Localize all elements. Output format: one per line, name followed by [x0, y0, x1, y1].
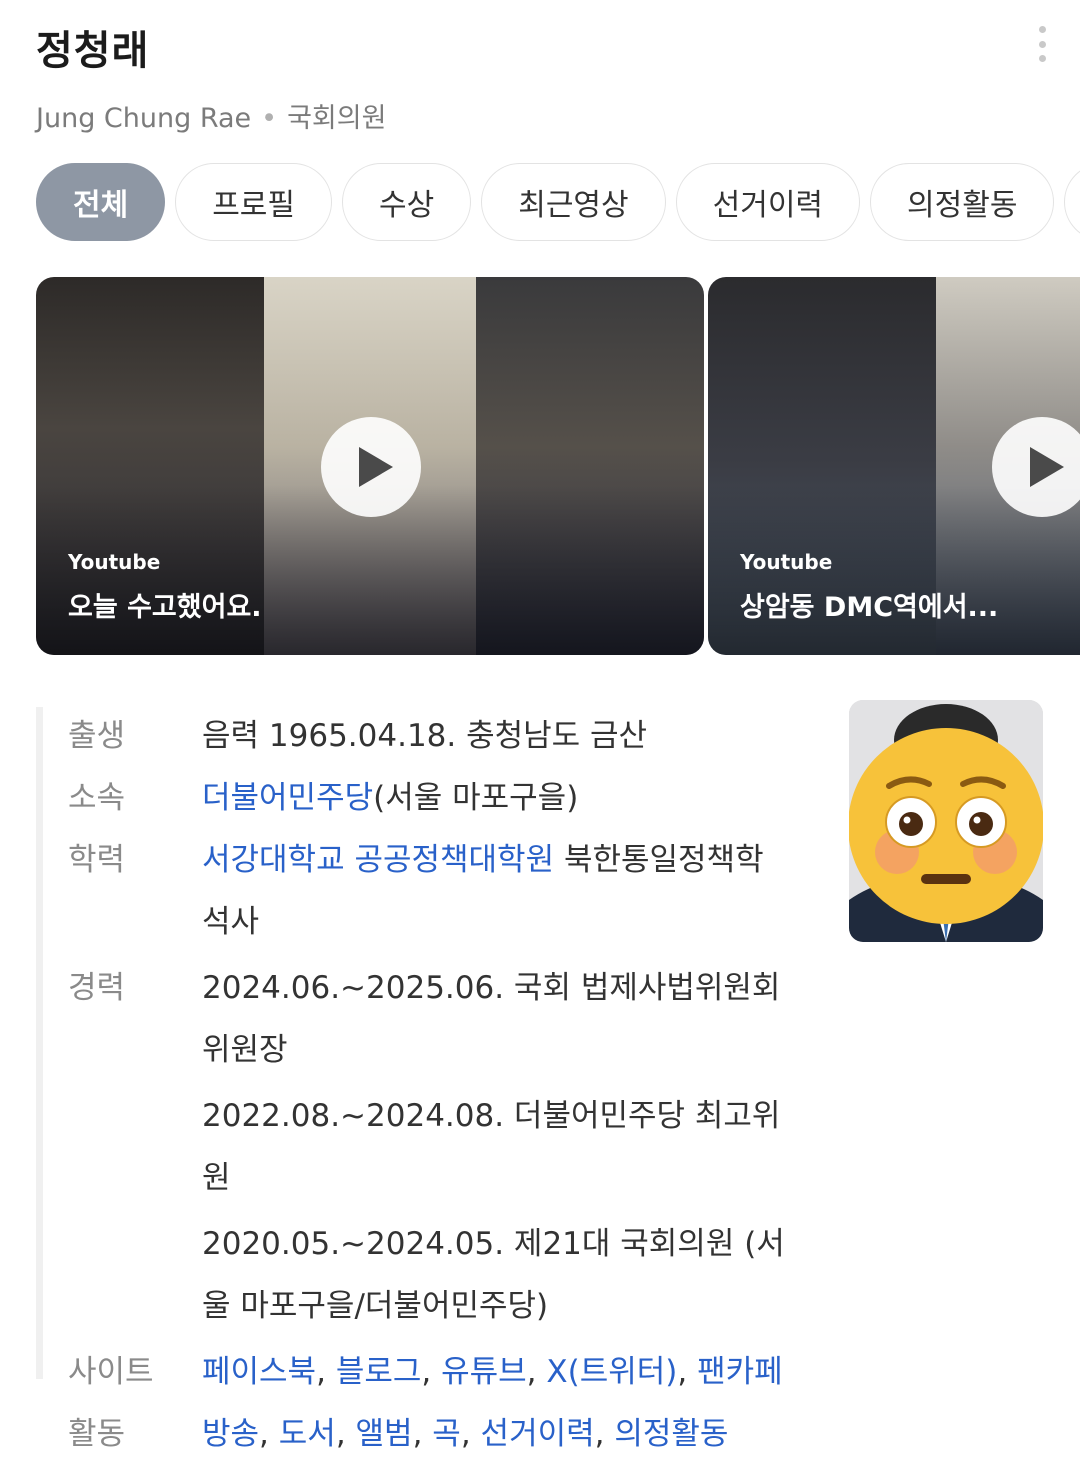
info-row-sites: 사이트 페이스북, 블로그, 유튜브, X(트위터), 팬카페 — [36, 1341, 796, 1403]
info-value: 음력 1965.04.18. 충청남도 금산 — [202, 718, 648, 754]
info-row-activity: 활동 방송, 도서, 앨범, 곡, 선거이력, 의정활동 — [36, 1403, 796, 1465]
role-label: 국회의원 — [287, 103, 387, 134]
info-section: 출생 음력 1965.04.18. 충청남도 금산 소속 더불어민주당(서울 마… — [36, 705, 796, 1465]
activity-link-elections[interactable]: 선거이력 — [481, 1416, 595, 1452]
video-card[interactable]: Youtube 오늘 수고했어요. — [36, 277, 704, 655]
video-title: 오늘 수고했어요. — [68, 592, 262, 623]
video-source: Youtube — [740, 550, 833, 574]
tab-legislative-activity[interactable]: 의정활동 — [870, 163, 1055, 241]
tab-election-history[interactable]: 선거이력 — [675, 163, 861, 241]
info-row-career: 경력 2024.06.~2025.06. 국회 법제사법위원회 위원장 2022… — [36, 957, 796, 1341]
video-card[interactable]: Youtube 상암동 DMC역에서... — [708, 277, 1080, 655]
play-icon[interactable] — [321, 417, 421, 517]
activity-link-broadcast[interactable]: 방송 — [202, 1416, 259, 1452]
school-link[interactable]: 서강대학교 공공정책대학원 — [202, 842, 554, 878]
english-name: Jung Chung Rae — [36, 103, 252, 134]
header: 정청래 Jung Chung Rae • 국회의원 — [36, 18, 1036, 135]
video-title: 상암동 DMC역에서... — [740, 592, 999, 623]
video-source: Youtube — [68, 550, 161, 574]
video-carousel: Youtube 오늘 수고했어요. Youtube 상암동 DMC역에서... — [36, 277, 1080, 655]
tab-awards[interactable]: 수상 — [342, 163, 472, 241]
party-link[interactable]: 더불어민주당 — [202, 780, 373, 816]
emoji-covered-photo-icon — [849, 700, 1043, 942]
site-link-blog[interactable]: 블로그 — [336, 1354, 422, 1390]
info-label: 학력 — [68, 842, 126, 878]
profile-photo[interactable] — [849, 700, 1043, 942]
separator-dot: • — [261, 103, 278, 134]
tab-bar: 전체프로필수상최근영상선거이력의정활동작 — [36, 163, 1080, 243]
site-link-fancafe[interactable]: 팬카페 — [697, 1354, 783, 1390]
activity-link-songs[interactable]: 곡 — [432, 1416, 461, 1452]
site-link-x[interactable]: X(트위터) — [546, 1354, 677, 1390]
tab-works[interactable]: 작 — [1064, 163, 1080, 241]
info-label: 경력 — [68, 970, 126, 1006]
party-region: (서울 마포구을) — [373, 780, 579, 816]
page-title: 정청래 — [36, 28, 150, 74]
info-label: 사이트 — [68, 1354, 154, 1390]
more-options-icon[interactable] — [1034, 26, 1050, 62]
site-link-facebook[interactable]: 페이스북 — [202, 1354, 316, 1390]
activity-link-albums[interactable]: 앨범 — [356, 1416, 413, 1452]
site-link-youtube[interactable]: 유튜브 — [441, 1354, 527, 1390]
info-row-birth: 출생 음력 1965.04.18. 충청남도 금산 — [36, 705, 796, 767]
tab-recent-videos[interactable]: 최근영상 — [481, 163, 666, 241]
career-item: 2020.05.~2024.05. 제21대 국회의원 (서울 마포구을/더불어… — [202, 1226, 785, 1324]
tab-profile[interactable]: 프로필 — [175, 163, 333, 241]
career-item: 2022.08.~2024.08. 더불어민주당 최고위원 — [202, 1098, 781, 1196]
activity-link-books[interactable]: 도서 — [279, 1416, 336, 1452]
career-item: 2024.06.~2025.06. 국회 법제사법위원회 위원장 — [202, 970, 781, 1068]
info-label: 출생 — [68, 718, 126, 754]
info-row-party: 소속 더불어민주당(서울 마포구을) — [36, 767, 796, 829]
subtitle: Jung Chung Rae • 국회의원 — [36, 96, 1036, 135]
info-label: 활동 — [68, 1416, 126, 1452]
activity-link-legislative[interactable]: 의정활동 — [614, 1416, 728, 1452]
info-row-education: 학력 서강대학교 공공정책대학원 북한통일정책학 석사 — [36, 829, 796, 953]
info-label: 소속 — [68, 780, 126, 816]
tab-all[interactable]: 전체 — [36, 163, 166, 241]
